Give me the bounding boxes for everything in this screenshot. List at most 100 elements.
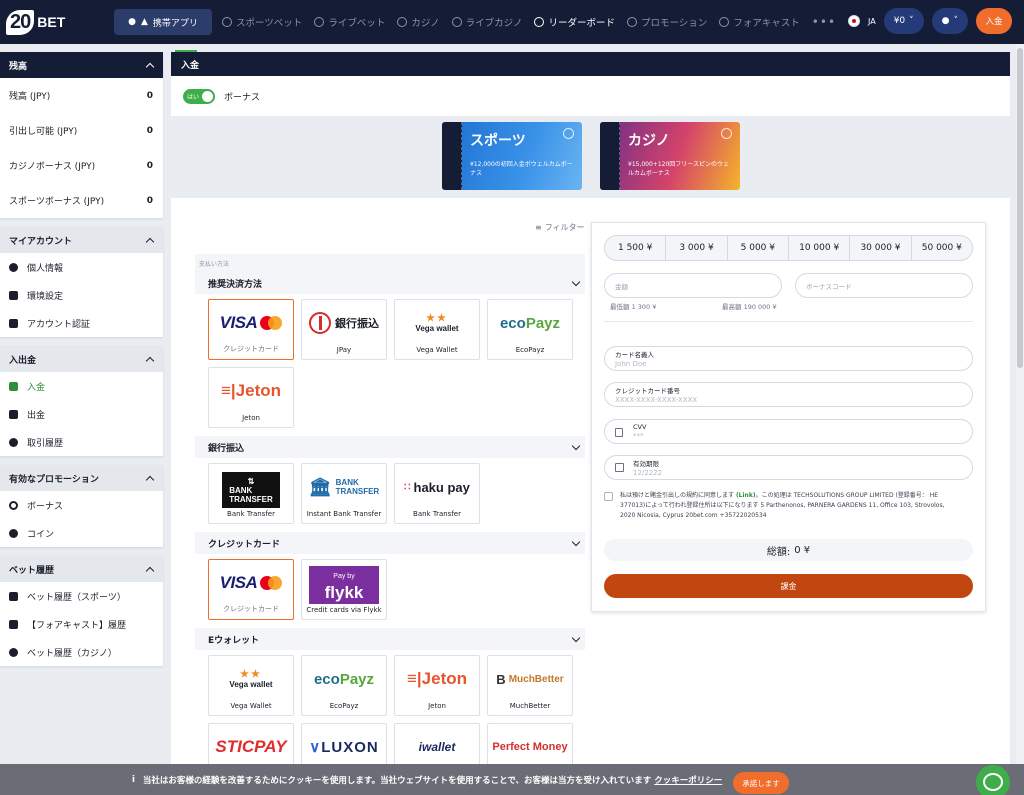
balance-label: カジノボーナス (JPY) — [9, 162, 96, 172]
payments-panel-header[interactable]: 入出金 — [0, 346, 163, 372]
filter-button[interactable]: ≡ フィルター — [535, 222, 585, 233]
nav-item-1[interactable]: ライブベット — [314, 15, 385, 29]
logo-text: 銀行振込 — [335, 318, 379, 330]
sidebar-item-sports-history[interactable]: ベット履歴（スポーツ） — [0, 582, 163, 610]
sidebar-item-coins[interactable]: コイン — [0, 519, 163, 547]
expiry-field[interactable]: 有効期限 12/2222 — [604, 455, 973, 480]
wallet-out-icon — [9, 409, 18, 419]
payment-method-card[interactable]: ≡| Jeton Jeton — [394, 655, 480, 716]
sports-bonus-ticket[interactable]: スポーツ ¥12,000の初回入金ボウェルカムボーナス — [442, 122, 582, 190]
balance-row: 残高 (JPY) 0 — [0, 78, 163, 113]
logo-text: iwallet — [418, 740, 456, 754]
payment-method-card[interactable]: ≡| Jeton Jeton — [208, 367, 294, 428]
amount-preset-button[interactable]: 3 000 ¥ — [666, 236, 728, 260]
amount-preset-button[interactable]: 10 000 ¥ — [789, 236, 851, 260]
method-section-header[interactable]: 推奨決済方法 — [195, 272, 585, 294]
bank-icon: 🏛 — [308, 476, 332, 497]
account-panel-header[interactable]: マイアカウント — [0, 227, 163, 253]
deposit-form: 1 500 ¥3 000 ¥5 000 ¥10 000 ¥30 000 ¥50 … — [591, 222, 986, 612]
user-icon: ● — [941, 16, 950, 26]
header-deposit-button[interactable]: 入金 — [976, 8, 1012, 34]
terms-checkbox[interactable] — [604, 492, 613, 501]
payment-method-card[interactable]: VISA クレジットカード — [208, 559, 294, 620]
sidebar-item-transactions[interactable]: 取引履歴 — [0, 428, 163, 456]
nav-item-5[interactable]: プロモーション — [626, 15, 707, 29]
sidebar-item-preferences[interactable]: 環境設定 — [0, 281, 163, 309]
logo[interactable]: 20 BET — [6, 0, 106, 44]
android-icon: ▲ — [140, 17, 148, 27]
nav-item-3[interactable]: ライブカジノ — [451, 15, 522, 29]
payment-method-card[interactable]: eco Payz EcoPayz — [301, 655, 387, 716]
amount-preset-button[interactable]: 1 500 ¥ — [605, 236, 667, 260]
account-panel: マイアカウント 個人情報 環境設定 アカウント認証 — [0, 227, 163, 337]
sidebar-item-casino-history[interactable]: ベット履歴（カジノ） — [0, 638, 163, 666]
balance-panel-header[interactable]: 残高 — [0, 52, 163, 78]
nav-item-0[interactable]: スポーツベット — [222, 15, 302, 29]
cvv-field[interactable]: CVV *** — [604, 419, 973, 444]
payment-method-card[interactable]: Pay by flykk Credit cards via Flykk — [301, 559, 387, 620]
chevron-down-icon — [571, 537, 581, 546]
terms-link[interactable]: (Link) — [736, 492, 756, 499]
live-chat-icon[interactable] — [976, 765, 1010, 795]
payment-methods: 支払い方法 推奨決済方法 VISA クレジットカード 銀行振込 JPay ★★ Vega w… — [195, 254, 585, 792]
balance-dropdown[interactable]: ¥0 ˅ — [883, 8, 924, 34]
soccer-ball-icon — [563, 128, 574, 139]
accept-cookies-button[interactable]: 承諾します — [733, 772, 789, 794]
nav-item-4[interactable]: リーダーボード — [534, 15, 615, 29]
page-scrollbar[interactable] — [1016, 44, 1024, 764]
cookie-policy-link[interactable]: クッキーポリシー — [654, 774, 722, 786]
amount-input[interactable]: 金額 — [604, 273, 782, 298]
muchbetter-logo: B MuchBetter — [488, 666, 572, 692]
amount-preset-button[interactable]: 50 000 ¥ — [912, 236, 972, 260]
user-menu-button[interactable]: ● ˅ — [931, 8, 968, 34]
bet-history-panel-header[interactable]: ベット履歴 — [0, 556, 163, 582]
sticpay-logo: STICPAY — [209, 734, 293, 760]
more-menu-icon[interactable]: ••• — [812, 15, 836, 29]
balance-value: 0 — [146, 125, 153, 136]
method-caption: クレジットカード — [223, 605, 279, 613]
ticket-icon — [9, 591, 18, 601]
promotions-panel-header[interactable]: 有効なプロモーション — [0, 465, 163, 491]
submit-deposit-button[interactable]: 課金 — [604, 574, 973, 598]
info-icon: i — [132, 774, 135, 785]
language-selector[interactable]: JA — [868, 17, 876, 26]
method-section-header[interactable]: Eウォレット — [195, 628, 585, 650]
method-section-header[interactable]: クレジットカード — [195, 532, 585, 554]
payment-method-card[interactable]: VISA クレジットカード — [208, 299, 294, 360]
chevron-down-icon — [571, 633, 581, 642]
sidebar-item-verification[interactable]: アカウント認証 — [0, 309, 163, 337]
perfect-money-logo: Perfect Money — [488, 734, 572, 760]
payment-method-card[interactable]: ★★ Vega wallet Vega Wallet — [208, 655, 294, 716]
nav-item-2[interactable]: カジノ — [397, 15, 440, 29]
nav-item-6[interactable]: フォアキャスト — [719, 15, 800, 29]
japan-flag-icon[interactable] — [847, 15, 860, 27]
payment-method-card[interactable]: ∷ haku pay Bank Transfer — [394, 463, 480, 524]
dots-icon: ∷ — [404, 481, 411, 493]
bonus-toggle[interactable]: はい — [183, 88, 215, 104]
method-caption: Bank Transfer — [413, 510, 461, 518]
sidebar-item-personal-info[interactable]: 個人情報 — [0, 253, 163, 281]
sidebar-item-forecast-history[interactable]: 【フォアキャスト】履歴 — [0, 610, 163, 638]
cardholder-field[interactable]: カード名義人 John Doe — [604, 346, 973, 371]
bonus-code-input[interactable]: ボーナスコード — [795, 273, 973, 298]
mastercard-icon — [260, 576, 283, 590]
amount-preset-button[interactable]: 5 000 ¥ — [728, 236, 789, 260]
card-number-field[interactable]: クレジットカード番号 XXXX-XXXX-XXXX-XXXX — [604, 382, 973, 407]
sidebar-item-deposit[interactable]: 入金 — [0, 372, 163, 400]
payment-method-card[interactable]: ⇅ BANK TRANSFER Bank Transfer — [208, 463, 294, 524]
method-section-header[interactable]: 銀行振込 — [195, 436, 585, 458]
sidebar-item-withdraw[interactable]: 出金 — [0, 400, 163, 428]
payment-method-card[interactable]: eco Payz EcoPayz — [487, 299, 573, 360]
method-caption: MuchBetter — [509, 702, 551, 710]
casino-bonus-ticket[interactable]: カジノ ¥15,000+120回フリースピンのウェルカムボーナス — [600, 122, 740, 190]
balance-panel: 残高 残高 (JPY) 0 引出し可能 (JPY) 0 カジノボーナス (JPY) 0 スポ… — [0, 52, 163, 218]
bank-transfer-logo: ⇅ BANK TRANSFER — [209, 472, 293, 508]
payment-method-card[interactable]: B MuchBetter MuchBetter — [487, 655, 573, 716]
payment-method-card[interactable]: ★★ Vega wallet Vega Wallet — [394, 299, 480, 360]
chevron-up-icon — [145, 62, 155, 71]
amount-preset-button[interactable]: 30 000 ¥ — [850, 236, 912, 260]
payment-method-card[interactable]: 銀行振込 JPay — [301, 299, 387, 360]
payment-method-card[interactable]: 🏛 BANK TRANSFER Instant Bank Transfer — [301, 463, 387, 524]
sidebar-item-bonus[interactable]: ボーナス — [0, 491, 163, 519]
mobile-app-button[interactable]: ● ▲ 携帯アプリ — [114, 9, 212, 35]
